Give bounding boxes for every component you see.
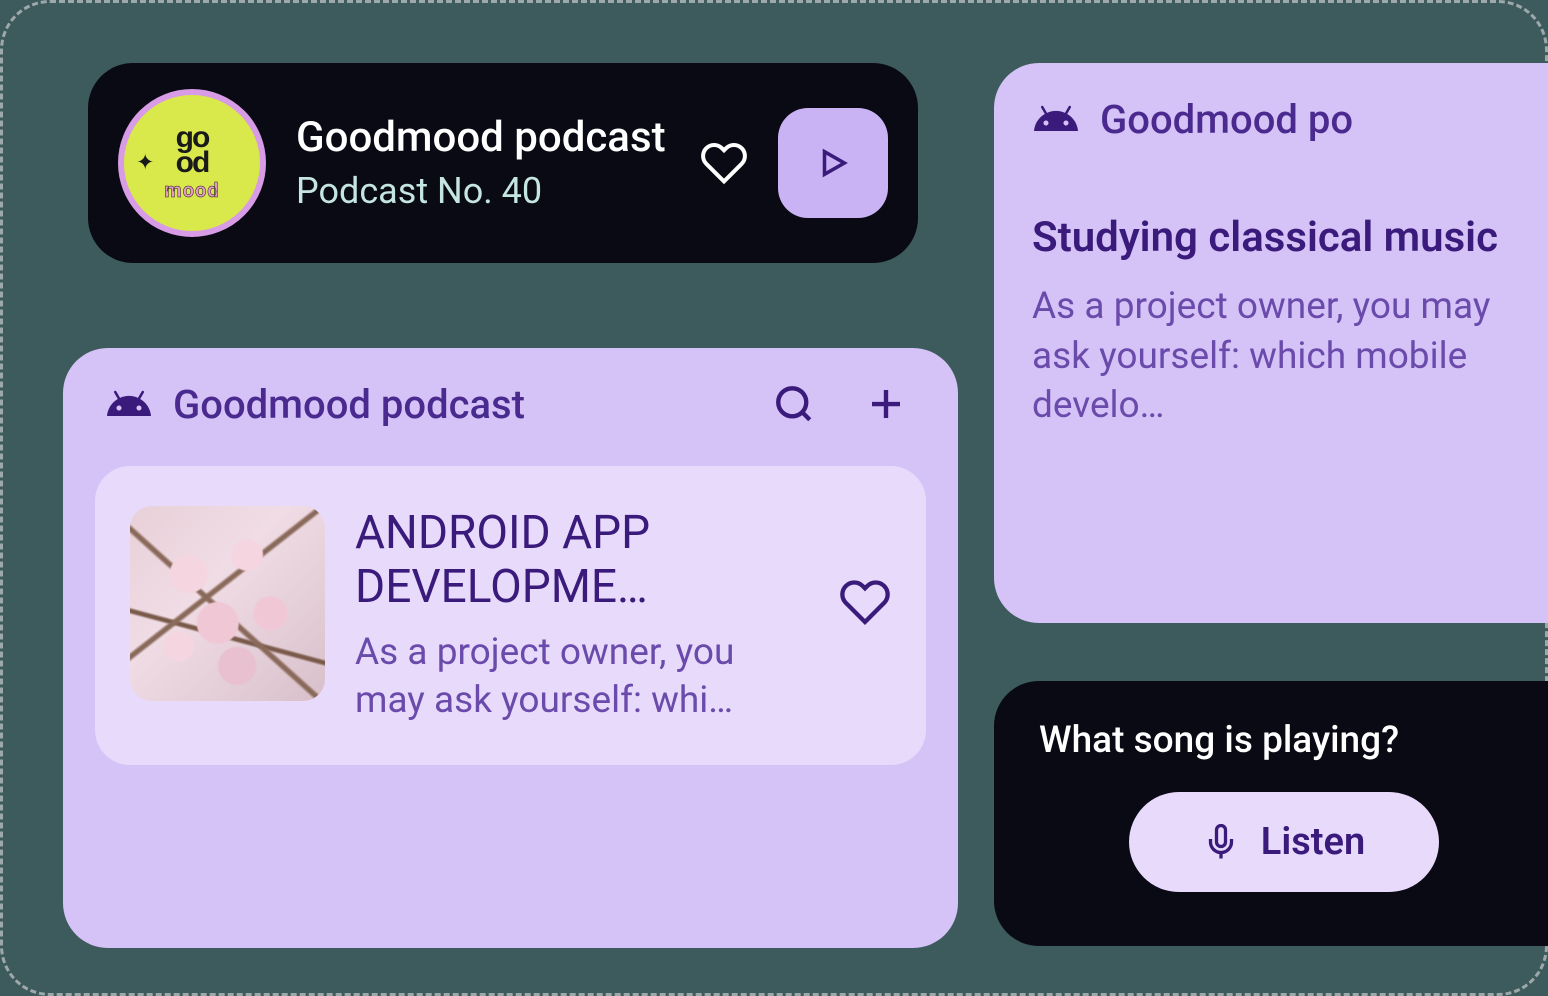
episode-card[interactable]: ANDROID APP DEVELOPME… As a project owne… — [95, 466, 926, 765]
listen-label: Listen — [1261, 820, 1365, 864]
listen-button[interactable]: Listen — [1129, 792, 1439, 892]
listen-prompt: What song is playing? — [1039, 719, 1548, 762]
search-icon — [773, 383, 815, 425]
side-content: Studying classical music As a project ow… — [1032, 211, 1548, 431]
microphone-icon — [1203, 824, 1239, 860]
side-header: Goodmood po — [1032, 95, 1548, 143]
heart-icon — [839, 576, 891, 628]
episode-title: ANDROID APP DEVELOPME… — [355, 506, 809, 615]
episode-artwork — [130, 506, 325, 701]
sparkle-icon: ✦ — [136, 151, 154, 176]
episode-favorite-button[interactable] — [839, 576, 891, 628]
player-title: Goodmood podcast — [296, 114, 698, 162]
side-episode-description: As a project owner, you may ask yourself… — [1032, 282, 1548, 432]
plus-icon — [865, 383, 907, 425]
side-title: Goodmood po — [1100, 96, 1353, 143]
main-header: Goodmood podcast — [95, 380, 926, 428]
main-title: Goodmood podcast — [173, 381, 772, 428]
player-info: Goodmood podcast Podcast No. 40 — [296, 114, 698, 212]
play-icon — [816, 146, 850, 180]
player-widget: ✦ good mood Goodmood podcast Podcast No.… — [88, 63, 918, 263]
side-podcast-widget: Goodmood po Studying classical music As … — [994, 63, 1548, 623]
add-button[interactable] — [864, 382, 908, 426]
play-button[interactable] — [778, 108, 888, 218]
search-button[interactable] — [772, 382, 816, 426]
main-actions — [772, 382, 908, 426]
art-logo-bottom: mood — [164, 178, 219, 202]
main-podcast-widget: Goodmood podcast ANDROID APP DEVELOPME… … — [63, 348, 958, 948]
player-album-art[interactable]: ✦ good mood — [118, 89, 266, 237]
player-subtitle: Podcast No. 40 — [296, 170, 698, 212]
widget-canvas: ✦ good mood Goodmood podcast Podcast No.… — [0, 0, 1548, 996]
android-icon — [1032, 95, 1080, 143]
listen-widget: What song is playing? Listen — [994, 681, 1548, 946]
favorite-button[interactable] — [698, 137, 750, 189]
player-actions — [698, 108, 888, 218]
side-episode-title: Studying classical music — [1032, 211, 1548, 266]
episode-description: As a project owner, you may ask yourself… — [355, 629, 809, 725]
art-logo-top: good — [176, 125, 209, 176]
episode-info: ANDROID APP DEVELOPME… As a project owne… — [355, 506, 809, 725]
android-icon — [105, 380, 153, 428]
heart-icon — [700, 139, 748, 187]
